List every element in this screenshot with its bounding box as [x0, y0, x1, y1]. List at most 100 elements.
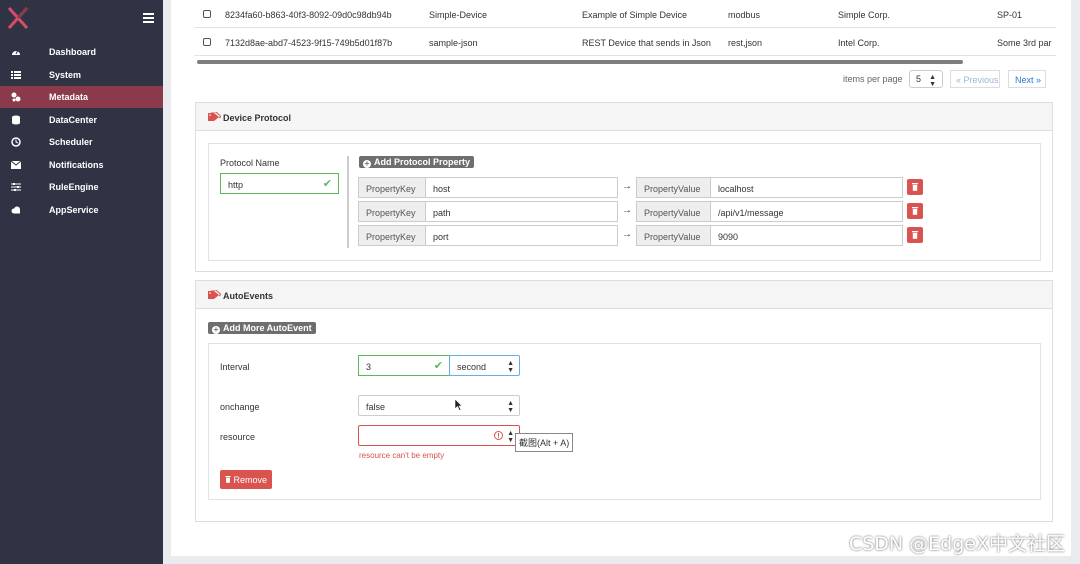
device-name-cell: sample-json [429, 38, 478, 48]
property-key-addon: PropertyKey [358, 225, 426, 246]
interval-input[interactable]: 3 ✔ [358, 355, 450, 376]
nav-label: System [49, 70, 82, 80]
interval-unit-value: second [457, 362, 487, 372]
sidebar-header [0, 0, 163, 40]
edgex-logo[interactable] [7, 6, 29, 30]
cloud-icon [11, 206, 20, 214]
device-protocol-panel: Device Protocol Protocol Name http ✔ + Ad… [195, 102, 1053, 272]
device-manufacturer-cell: Intel Corp. [838, 38, 880, 48]
nav-label: AppService [49, 205, 99, 215]
nav-item-metadata[interactable]: Metadata [0, 86, 163, 108]
select-caret-icon: ▲ ▼ [507, 360, 514, 374]
nav-label: RuleEngine [49, 182, 99, 192]
table-row[interactable]: 8234fa60-b863-40f3-8092-09d0c98db94b Sim… [194, 0, 1056, 28]
add-protocol-property-button[interactable]: + Add Protocol Property [359, 156, 475, 168]
previous-page-button[interactable]: « Previous [950, 70, 1000, 88]
envelope-icon [11, 160, 21, 169]
device-id-cell: 8234fa60-b863-40f3-8092-09d0c98db94b [225, 10, 392, 20]
device-table: 8234fa60-b863-40f3-8092-09d0c98db94b Sim… [194, 0, 1056, 96]
sidebar-footer [0, 556, 163, 564]
clock-icon [11, 137, 21, 147]
nav-item-ruleengine[interactable]: RuleEngine [0, 176, 163, 198]
device-model-cell: SP-01 [997, 10, 1023, 20]
autoevents-panel: AutoEvents + Add More AutoEvent Interval … [195, 280, 1053, 522]
device-description-cell: REST Device that sends in Json [582, 38, 711, 48]
delete-property-button[interactable] [907, 227, 923, 243]
nav-item-scheduler[interactable]: Scheduler [0, 131, 163, 153]
add-autoevent-label: Add More AutoEvent [223, 323, 312, 333]
interval-unit-select[interactable]: second ▲ ▼ [449, 355, 520, 376]
property-key-addon: PropertyKey [358, 201, 426, 222]
nav-label: DataCenter [49, 115, 98, 125]
protocol-name-input[interactable]: http ✔ [220, 173, 339, 194]
property-value-addon: PropertyValue [636, 177, 711, 198]
table-row[interactable]: 7132d8ae-abd7-4523-9f15-749b5d01f87b sam… [194, 28, 1056, 56]
remove-autoevent-button[interactable]: Remove [220, 470, 272, 489]
protocol-form: Protocol Name http ✔ + Add Protocol Prope… [208, 143, 1041, 261]
trash-icon [912, 183, 918, 191]
resource-error-text: resource can't be empty [359, 451, 445, 460]
protocol-name-label: Protocol Name [220, 158, 280, 168]
arrow-right-icon: → [622, 181, 632, 192]
panel-header: Device Protocol [196, 103, 1052, 131]
delete-property-button[interactable] [907, 203, 923, 219]
interval-value: 3 [366, 362, 372, 372]
resource-label: resource [220, 432, 256, 442]
delete-property-button[interactable] [907, 179, 923, 195]
plus-icon: + [363, 159, 371, 168]
property-value-input[interactable]: /api/v1/message [710, 201, 903, 222]
device-labels-cell: rest,json [728, 38, 763, 48]
nav-item-system[interactable]: System [0, 64, 163, 86]
property-key-input[interactable]: port [425, 225, 618, 246]
property-value-addon: PropertyValue [636, 201, 711, 222]
row-checkbox[interactable] [203, 10, 211, 18]
property-key-input[interactable]: host [425, 177, 618, 198]
property-value-input[interactable]: localhost [710, 177, 903, 198]
screenshot-tooltip: 截图(Alt + A) [515, 433, 574, 452]
property-key-input[interactable]: path [425, 201, 618, 222]
nav-label: Dashboard [49, 47, 97, 57]
items-per-page-value: 5 [916, 74, 922, 84]
resource-select[interactable]: ▲ ▼ [358, 425, 520, 446]
next-page-button[interactable]: Next » [1008, 70, 1046, 88]
panel-title: Device Protocol [223, 113, 292, 123]
items-per-page-select[interactable]: 5 ▲ ▼ [909, 70, 943, 88]
select-caret-icon: ▲ ▼ [507, 400, 514, 414]
autoevent-form: Interval 3 ✔ second ▲ ▼ onchange false ▲ ▼… [208, 343, 1041, 500]
dashboard-icon [12, 49, 20, 55]
protocol-name-value: http [228, 180, 244, 190]
metadata-icon [11, 92, 21, 102]
onchange-label: onchange [220, 402, 260, 412]
select-caret-icon: ▲ ▼ [929, 74, 936, 88]
pagination: items per page 5 ▲ ▼ « Previous Next » [194, 64, 1056, 94]
property-value-input[interactable]: 9090 [710, 225, 903, 246]
add-autoevent-button[interactable]: + Add More AutoEvent [208, 322, 316, 334]
panel-header: AutoEvents [196, 281, 1052, 309]
nav-item-datacenter[interactable]: DataCenter [0, 109, 163, 131]
device-model-cell: Some 3rd par [997, 38, 1052, 48]
nav-item-appservice[interactable]: AppService [0, 199, 163, 221]
device-labels-cell: modbus [728, 10, 761, 20]
nav-label: Scheduler [49, 137, 93, 147]
arrow-right-icon: → [622, 229, 632, 240]
trash-icon [912, 207, 918, 215]
watermark: CSDN @EdgeX中文社区 [848, 533, 1065, 555]
plus-icon: + [212, 325, 220, 334]
device-manufacturer-cell: Simple Corp. [838, 10, 891, 20]
device-name-cell: Simple-Device [429, 10, 488, 20]
interval-label: Interval [220, 362, 250, 372]
menu-toggle-icon[interactable] [143, 13, 154, 23]
sidebar: Dashboard System Metadata DataCenter Sch… [0, 0, 163, 564]
onchange-select[interactable]: false ▲ ▼ [358, 395, 520, 416]
remove-label: Remove [233, 475, 268, 485]
trash-icon [912, 231, 918, 239]
nav-item-notifications[interactable]: Notifications [0, 154, 163, 176]
add-protocol-property-label: Add Protocol Property [374, 157, 471, 167]
database-icon [12, 115, 20, 125]
nav-item-dashboard[interactable]: Dashboard [0, 41, 163, 63]
check-icon: ✔ [433, 360, 443, 372]
panel-title: AutoEvents [223, 291, 274, 301]
row-checkbox[interactable] [203, 38, 211, 46]
onchange-value: false [366, 402, 386, 412]
arrow-right-icon: → [622, 205, 632, 216]
